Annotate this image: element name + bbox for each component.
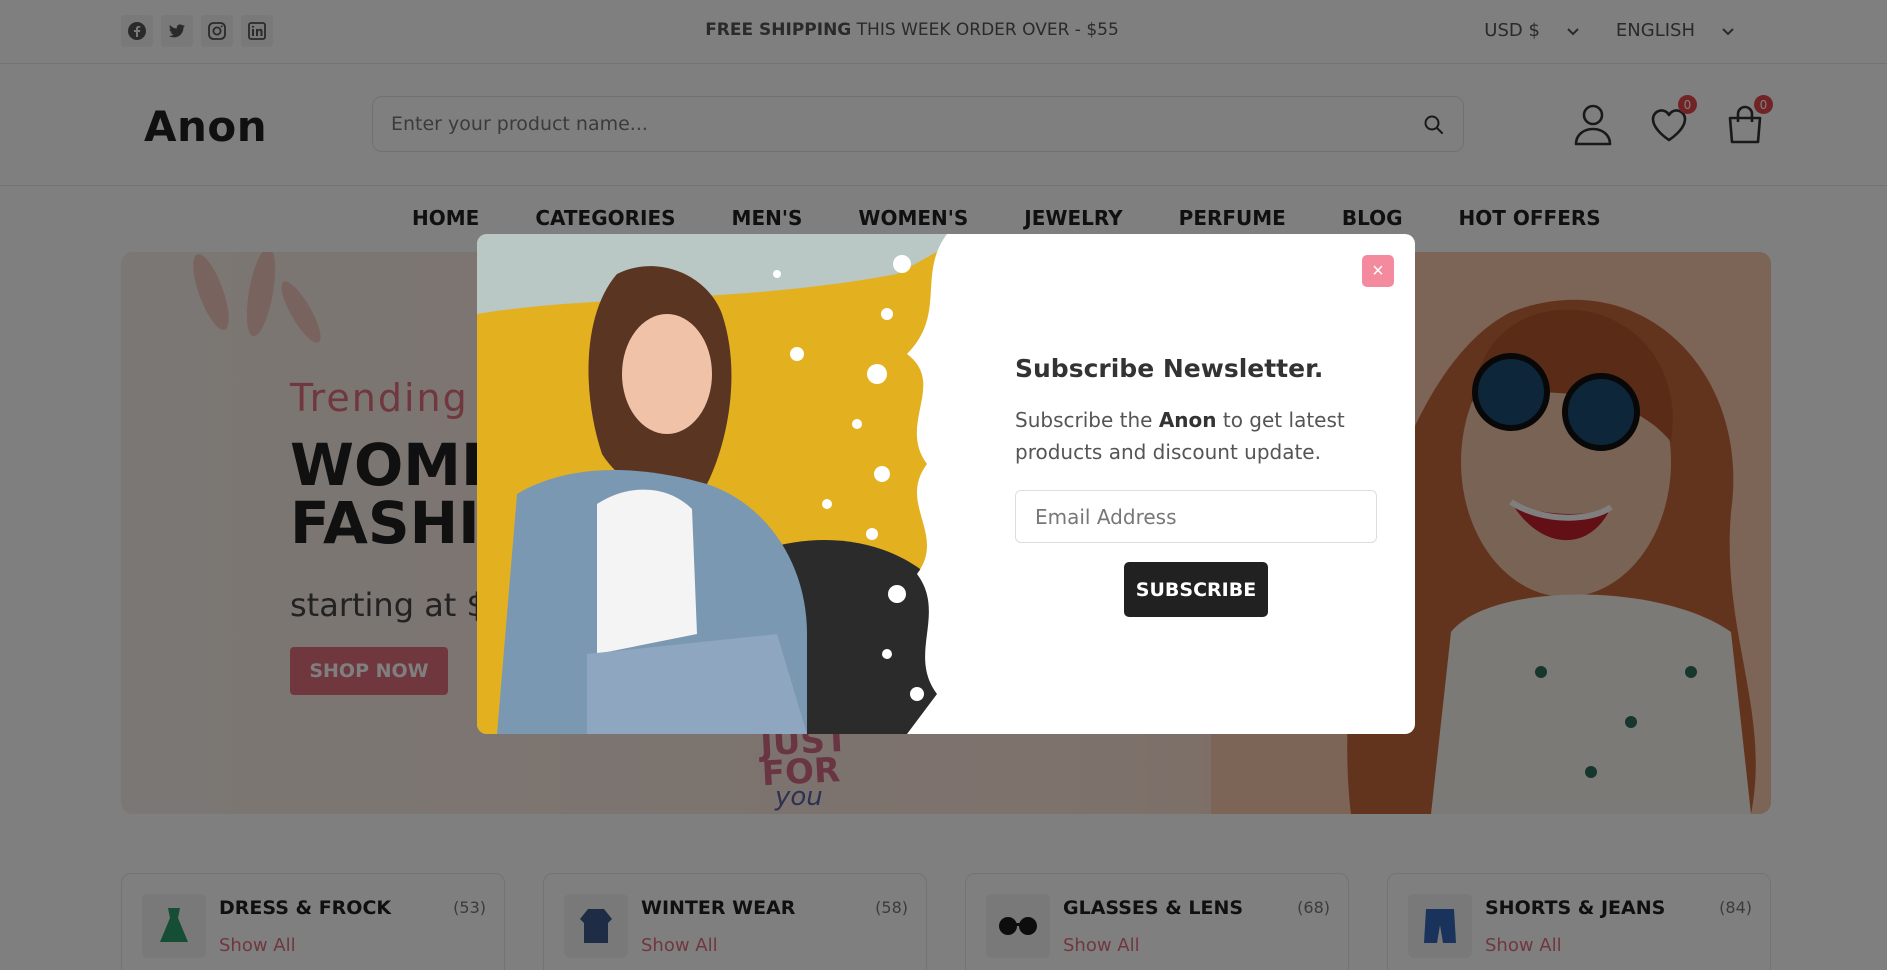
modal-title: Subscribe Newsletter. bbox=[1015, 354, 1324, 383]
desc-brand: Anon bbox=[1158, 408, 1217, 432]
close-icon: × bbox=[1372, 259, 1384, 282]
newsletter-model-image bbox=[477, 234, 969, 734]
subscribe-button[interactable]: SUBSCRIBE bbox=[1124, 562, 1268, 617]
email-field[interactable] bbox=[1015, 490, 1377, 543]
close-button[interactable]: × bbox=[1362, 255, 1394, 287]
newsletter-modal: × Subscribe Newsletter. Subscribe the An… bbox=[477, 234, 1415, 734]
modal-description: Subscribe the Anon to get latest product… bbox=[1015, 404, 1365, 468]
desc-text: Subscribe the bbox=[1015, 408, 1159, 432]
